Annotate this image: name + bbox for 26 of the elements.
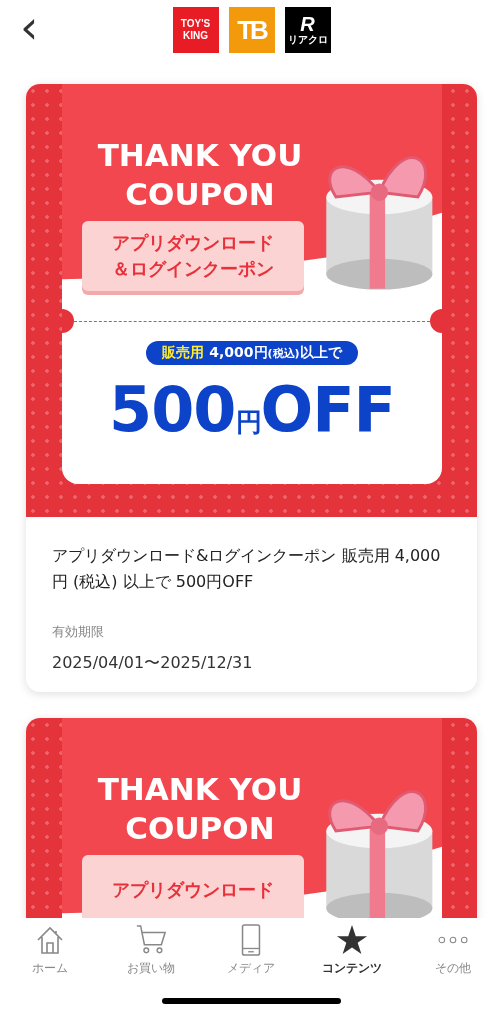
discount-amount: 500円OFF [109,379,395,441]
ticket-notch [62,309,74,333]
store-logo[interactable]: TOY'S KING [172,7,219,53]
tab-item[interactable]: その他 [402,924,503,977]
store-logo[interactable]: R リアクロ [284,7,331,53]
coupon-headline: THANK YOU [97,770,303,809]
coupon-headline: THANK YOU [97,136,303,175]
tab-item[interactable]: ホーム [0,924,101,977]
coupon-title: アプリダウンロード&ログインクーポン 販売用 4,000円 (税込) 以上で 500円OFF [52,545,442,593]
star-icon [336,924,369,956]
coupon-card[interactable]: THANK YOU COUPON アプリダウンロード ＆ログインクーポン 販売用 4,000円(税込)以上で 500円OFF アプリダウンロード&ログインクーポン 販売用 4,000円 (税込) 以上で 500円OFF 有効期限 2025/04/01〜2025/12/31 [26,84,477,692]
coupon-headline: COUPON [125,175,275,214]
ticket-notch [430,309,442,333]
expiry-label: 有効期限 [52,623,105,641]
store-logo[interactable]: TB [228,7,275,53]
tab-item[interactable]: お買い物 [100,924,202,977]
more-icon [436,934,469,946]
condition-badge: 販売用 4,000円(税込)以上で [146,341,358,365]
coupon-label: アプリダウンロード [82,855,304,918]
coupon-card[interactable]: THANK YOU COUPON アプリダウンロード [26,718,477,918]
tab-item[interactable]: コンテンツ [301,924,403,977]
tab-item[interactable]: メディア [201,924,302,977]
cart-icon [134,924,167,956]
expiry-date: 2025/04/01〜2025/12/31 [52,653,254,674]
coupon-headline: COUPON [125,809,275,848]
back-button[interactable]: ‹ [20,4,39,50]
